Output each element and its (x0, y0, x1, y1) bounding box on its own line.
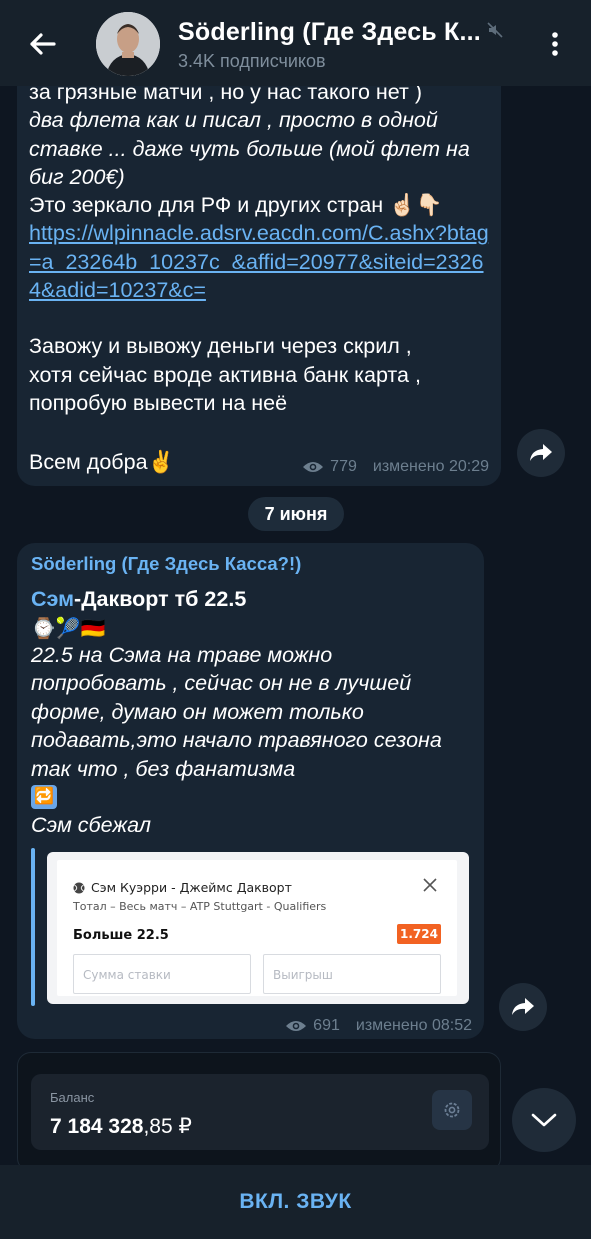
mirror-link[interactable]: https://wlpinnacle.adsrv.eacdn.com/C.ash… (29, 219, 489, 304)
message-text: за грязные матчи , но у нас такого нет )… (29, 78, 489, 417)
eye-icon (303, 462, 324, 472)
balance-amount-cents: ,85 ₽ (143, 1115, 192, 1138)
muted-speaker-icon (487, 22, 503, 38)
view-count: 779 (330, 458, 357, 475)
avatar-photo (96, 12, 160, 76)
embed-accent-bar (31, 848, 35, 1006)
bet-market: Тотал – Весь матч – ATP Stuttgart - Qual… (73, 900, 327, 913)
gear-icon (444, 1102, 460, 1118)
message-line: попробую вывести на неё (29, 390, 288, 415)
message-meta: 779 изменено 20:29 (302, 458, 489, 476)
scroll-down-button[interactable] (512, 1088, 576, 1152)
headline-text: -Дакворт тб 22.5 (74, 587, 247, 611)
share-button[interactable] (499, 983, 547, 1031)
message-line: ставке ... даже чуть больше (мой флет на (29, 136, 470, 161)
edited-time: изменено 08:52 (355, 1017, 472, 1034)
message-line: Всем добра✌️ (29, 450, 175, 474)
balance-panel: Баланс 7 184 328,85 ₽ (31, 1074, 489, 1150)
bet-match-text: Сэм Куэрри - Джеймс Дакворт (91, 880, 292, 895)
message-line: хотя сейчас вроде активна банк карта , (29, 362, 421, 387)
bet-slip: Сэм Куэрри - Джеймс Дакворт Тотал – Весь… (57, 860, 457, 996)
date-separator: 7 июня (248, 497, 344, 531)
forwarded-author[interactable]: Söderling (Где Здесь Касса?!) (31, 553, 301, 575)
bet-match: Сэм Куэрри - Джеймс Дакворт (73, 880, 292, 895)
arrow-left-icon (30, 33, 56, 55)
share-arrow-icon (512, 998, 534, 1015)
message-line: два флета как и писал , просто в одной (29, 108, 438, 133)
more-vertical-icon (552, 32, 558, 56)
unmute-button[interactable]: ВКЛ. ЗВУК (239, 1190, 351, 1214)
edited-time: изменено 20:29 (372, 458, 489, 475)
subscriber-count: 3.4K подписчиков (178, 51, 326, 71)
balance-amount: 7 184 328,85 ₽ (50, 1114, 192, 1139)
message-line: 22.5 на Сэма на траве можно (31, 643, 333, 667)
share-button[interactable] (517, 429, 565, 477)
message-line: Завожу и вывожу деньги через скрил , (29, 334, 412, 359)
channel-title[interactable]: Söderling (Где Здесь К... (178, 18, 498, 47)
view-count: 691 (313, 1017, 340, 1034)
back-button[interactable] (22, 24, 62, 64)
repeat-emoji: 🔁 (34, 788, 54, 806)
bet-slip-image[interactable]: Сэм Куэрри - Джеймс Дакворт Тотал – Весь… (47, 852, 469, 1004)
more-menu-button[interactable] (543, 28, 567, 60)
message-meta: 691 изменено 08:52 (285, 1017, 472, 1035)
chat-header: Söderling (Где Здесь К... 3.4K подписчик… (0, 0, 591, 86)
bet-pick: Больше 22.5 (73, 928, 169, 943)
emoji-row: ⌚🎾🇩🇪 (31, 617, 106, 640)
message-text: Сэм-Дакворт тб 22.5 ⌚🎾🇩🇪 22.5 на Сэма на… (31, 585, 481, 839)
balance-amount-main: 7 184 328 (50, 1115, 144, 1138)
eye-icon (286, 1021, 307, 1031)
balance-image[interactable]: Баланс 7 184 328,85 ₽ (17, 1052, 501, 1172)
message-headline: Сэм-Дакворт тб 22.5 (31, 585, 481, 614)
message-bubble[interactable]: за грязные матчи , но у нас такого нет )… (17, 70, 501, 486)
balance-settings-button (432, 1090, 472, 1130)
win-field: Выигрыш (263, 954, 441, 994)
hashtag-link[interactable]: Сэм (31, 587, 74, 611)
message-line: биг 200€) (29, 164, 125, 189)
chevron-down-icon (531, 1113, 557, 1127)
share-arrow-icon (530, 444, 552, 461)
tennis-ball-icon (73, 882, 85, 893)
channel-avatar[interactable] (96, 12, 160, 76)
result-text: Сэм сбежал (31, 813, 152, 838)
balance-label: Баланс (50, 1090, 95, 1105)
bottom-bar: ВКЛ. ЗВУК (0, 1165, 591, 1239)
message-line: Это зеркало для РФ и других стран ☝🏻👇🏻 (29, 193, 443, 218)
message-line: подавать,это начало травяного сезона (31, 728, 442, 753)
bet-odds-badge: 1.724 (397, 924, 441, 944)
message-line: форме, думаю он может только (31, 699, 364, 724)
repeat-emoji-icon: 🔁 (31, 785, 57, 810)
close-icon[interactable] (421, 876, 439, 894)
message-line: так что , без фанатизма (31, 756, 296, 781)
message-line: попробовать , сейчас он не в лучшей (31, 671, 412, 696)
stake-field: Сумма ставки (73, 954, 251, 994)
message-body: 22.5 на Сэма на траве можно попробовать … (31, 641, 481, 783)
